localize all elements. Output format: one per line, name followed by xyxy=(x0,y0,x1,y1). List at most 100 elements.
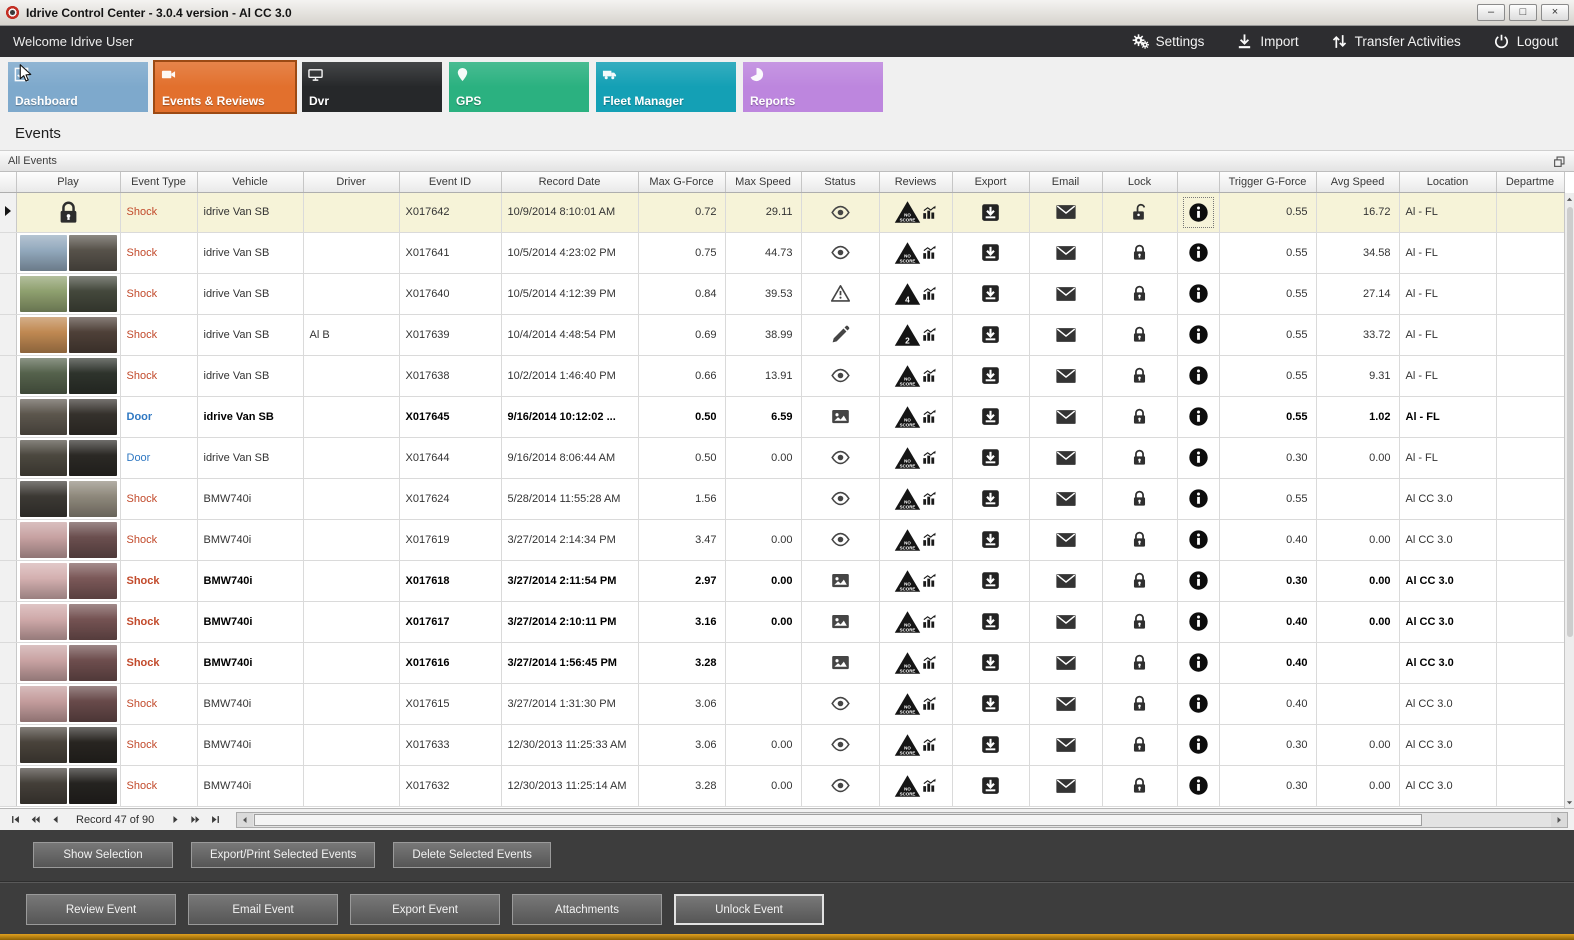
horizontal-scroll-thumb[interactable] xyxy=(254,813,1423,826)
email-cell[interactable] xyxy=(1029,560,1103,602)
col-header-reviews[interactable]: Reviews xyxy=(879,172,953,193)
table-row[interactable]: Shock BMW740i X017619 3/27/2014 2:14:34 … xyxy=(0,519,1565,561)
attachments-button[interactable]: Attachments xyxy=(512,894,662,925)
tab-dvr[interactable]: Dvr xyxy=(302,62,442,112)
info-cell[interactable] xyxy=(1177,560,1220,602)
reviews-cell[interactable]: 4 xyxy=(879,273,953,315)
lock-cell[interactable] xyxy=(1102,642,1178,684)
email-icon[interactable] xyxy=(1055,611,1077,633)
export-cell[interactable] xyxy=(952,355,1030,397)
play-cell[interactable] xyxy=(16,683,121,725)
scroll-right-icon[interactable] xyxy=(1551,812,1567,827)
play-cell[interactable] xyxy=(16,560,121,602)
email-cell[interactable] xyxy=(1029,642,1103,684)
col-header-lock[interactable]: Lock xyxy=(1102,172,1178,193)
scroll-left-icon[interactable] xyxy=(237,812,254,827)
info-cell[interactable] xyxy=(1177,396,1220,438)
info-icon[interactable] xyxy=(1188,406,1209,427)
event-thumbnail[interactable] xyxy=(19,439,117,476)
reviews-cell[interactable]: 2 xyxy=(879,314,953,356)
table-row[interactable]: Door idrive Van SB X017645 9/16/2014 10:… xyxy=(0,396,1565,438)
nav-next-button[interactable] xyxy=(166,812,184,828)
play-cell[interactable] xyxy=(16,519,121,561)
status-cell[interactable] xyxy=(801,273,880,315)
vertical-scroll-thumb[interactable] xyxy=(1566,207,1573,637)
export-cell[interactable] xyxy=(952,519,1030,561)
lock-cell[interactable] xyxy=(1102,765,1178,807)
info-cell[interactable] xyxy=(1177,192,1220,233)
info-icon[interactable] xyxy=(1188,734,1209,755)
status-cell[interactable] xyxy=(801,683,880,725)
info-icon[interactable] xyxy=(1188,283,1209,304)
info-icon[interactable] xyxy=(1188,488,1209,509)
info-icon[interactable] xyxy=(1188,775,1209,796)
info-cell[interactable] xyxy=(1177,724,1220,766)
show-selection-button[interactable]: Show Selection xyxy=(33,842,173,868)
email-icon[interactable] xyxy=(1055,242,1077,264)
play-cell[interactable] xyxy=(16,273,121,315)
export-cell[interactable] xyxy=(952,560,1030,602)
info-cell[interactable] xyxy=(1177,519,1220,561)
play-cell[interactable] xyxy=(16,314,121,356)
event-thumbnail[interactable] xyxy=(19,562,117,599)
email-icon[interactable] xyxy=(1055,488,1077,510)
event-thumbnail[interactable] xyxy=(19,521,117,558)
email-icon[interactable] xyxy=(1055,324,1077,346)
reviews-cell[interactable]: NO SCORE xyxy=(879,519,953,561)
export-event-button[interactable]: Export Event xyxy=(350,894,500,925)
unlock-event-button[interactable]: Unlock Event xyxy=(674,894,824,925)
col-header-driver[interactable]: Driver xyxy=(303,172,400,193)
col-header-record-date[interactable]: Record Date xyxy=(501,172,639,193)
nav-next-page-button[interactable] xyxy=(186,812,204,828)
lock-cell[interactable] xyxy=(1102,519,1178,561)
reviews-cell[interactable]: NO SCORE xyxy=(879,560,953,602)
play-cell[interactable] xyxy=(16,724,121,766)
event-thumbnail[interactable] xyxy=(19,398,117,435)
tab-gps[interactable]: GPS xyxy=(449,62,589,112)
status-cell[interactable] xyxy=(801,396,880,438)
info-icon[interactable] xyxy=(1188,529,1209,550)
tab-events-reviews[interactable]: Events & Reviews xyxy=(153,60,297,114)
email-icon[interactable] xyxy=(1055,447,1077,469)
table-row[interactable]: Shock BMW740i X017633 12/30/2013 11:25:3… xyxy=(0,724,1565,766)
event-thumbnail[interactable] xyxy=(19,603,117,640)
reviews-cell[interactable]: NO SCORE xyxy=(879,642,953,684)
import-button[interactable]: Import xyxy=(1236,33,1299,50)
lock-cell[interactable] xyxy=(1102,396,1178,438)
info-cell[interactable] xyxy=(1177,273,1220,315)
status-cell[interactable] xyxy=(801,192,880,233)
play-cell[interactable] xyxy=(16,232,121,274)
reviews-cell[interactable]: NO SCORE xyxy=(879,724,953,766)
email-icon[interactable] xyxy=(1055,406,1077,428)
play-cell[interactable] xyxy=(16,396,121,438)
reviews-cell[interactable]: NO SCORE xyxy=(879,192,953,233)
export-cell[interactable] xyxy=(952,437,1030,479)
table-row[interactable]: Shock BMW740i X017617 3/27/2014 2:10:11 … xyxy=(0,601,1565,643)
table-row[interactable]: Door idrive Van SB X017644 9/16/2014 8:0… xyxy=(0,437,1565,479)
play-cell[interactable] xyxy=(16,765,121,807)
export-icon[interactable] xyxy=(980,202,1001,223)
table-row[interactable]: Shock idrive Van SB X017640 10/5/2014 4:… xyxy=(0,273,1565,315)
reviews-cell[interactable]: NO SCORE xyxy=(879,437,953,479)
col-header-max-speed[interactable]: Max Speed xyxy=(725,172,802,193)
export-icon[interactable] xyxy=(980,283,1001,304)
col-header-email[interactable]: Email xyxy=(1029,172,1103,193)
info-icon[interactable] xyxy=(1188,242,1209,263)
status-cell[interactable] xyxy=(801,437,880,479)
col-header-play[interactable]: Play xyxy=(16,172,121,193)
export-print-selected-events-button[interactable]: Export/Print Selected Events xyxy=(191,842,376,868)
export-icon[interactable] xyxy=(980,611,1001,632)
info-cell[interactable] xyxy=(1177,232,1220,274)
col-header-department[interactable]: Departme xyxy=(1496,172,1565,193)
play-cell[interactable] xyxy=(16,192,121,233)
panel-expand-icon[interactable] xyxy=(1553,155,1566,168)
logout-button[interactable]: Logout xyxy=(1493,33,1558,50)
email-icon[interactable] xyxy=(1055,201,1077,223)
lock-cell[interactable] xyxy=(1102,273,1178,315)
reviews-cell[interactable]: NO SCORE xyxy=(879,355,953,397)
col-header-event-id[interactable]: Event ID xyxy=(399,172,502,193)
lock-cell[interactable] xyxy=(1102,478,1178,520)
review-event-button[interactable]: Review Event xyxy=(26,894,176,925)
export-cell[interactable] xyxy=(952,396,1030,438)
table-row[interactable]: Shock idrive Van SB Al B X017639 10/4/20… xyxy=(0,314,1565,356)
